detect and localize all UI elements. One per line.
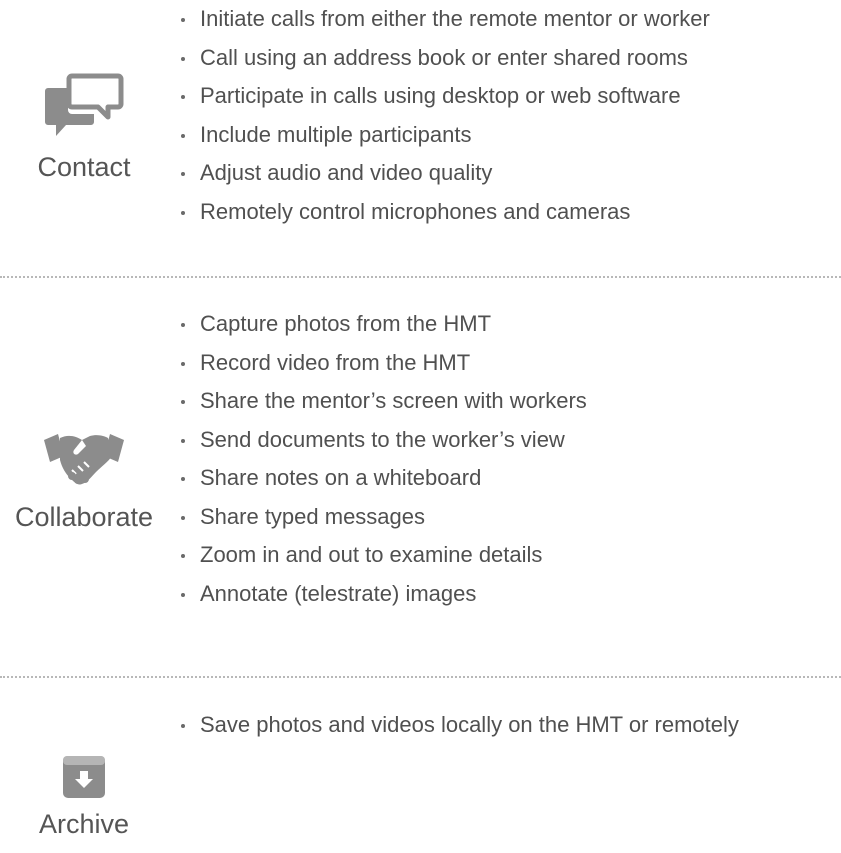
archive-feature-list: Save photos and videos locally on the HM…: [178, 706, 739, 745]
collaborate-feature-list: Capture photos from the HMT Record video…: [178, 305, 587, 613]
collaborate-side: Collaborate: [0, 430, 168, 531]
list-item: Remotely control microphones and cameras: [178, 193, 710, 232]
chat-bubbles-icon: [45, 73, 124, 136]
list-item: Include multiple participants: [178, 116, 710, 155]
list-item: Send documents to the worker’s view: [178, 421, 587, 460]
list-item: Share typed messages: [178, 498, 587, 537]
handshake-icon: [44, 434, 124, 485]
list-item: Adjust audio and video quality: [178, 154, 710, 193]
collaborate-title: Collaborate: [14, 502, 154, 532]
archive-side: Archive: [0, 755, 168, 838]
list-item: Share the mentor’s screen with workers: [178, 382, 587, 421]
list-item: Initiate calls from either the remote me…: [178, 0, 710, 39]
list-item: Record video from the HMT: [178, 344, 587, 383]
list-item: Annotate (telestrate) images: [178, 575, 587, 614]
archive-title: Archive: [38, 809, 130, 839]
list-item: Capture photos from the HMT: [178, 305, 587, 344]
archive-box-icon: [63, 756, 105, 798]
list-item: Participate in calls using desktop or we…: [178, 77, 710, 116]
list-item: Save photos and videos locally on the HM…: [178, 706, 739, 745]
list-item: Share notes on a whiteboard: [178, 459, 587, 498]
section-divider: [0, 676, 841, 678]
contact-side: Contact: [0, 70, 168, 181]
section-divider: [0, 276, 841, 278]
list-item: Call using an address book or enter shar…: [178, 39, 710, 78]
contact-title: Contact: [37, 152, 131, 182]
contact-feature-list: Initiate calls from either the remote me…: [178, 0, 710, 231]
list-item: Zoom in and out to examine details: [178, 536, 587, 575]
